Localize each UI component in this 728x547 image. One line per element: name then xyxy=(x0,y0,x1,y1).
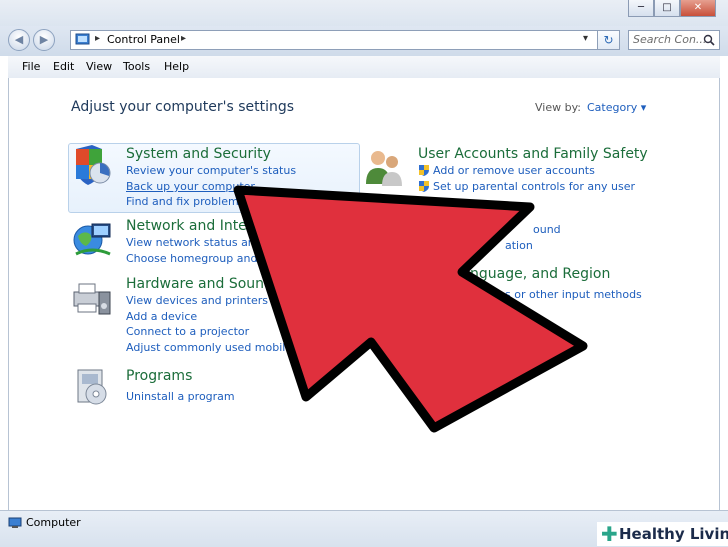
breadcrumb-control-panel[interactable]: Control Panel xyxy=(107,33,180,46)
programs-icon xyxy=(77,369,107,405)
category-user-accounts[interactable]: User Accounts and Family Safety xyxy=(418,146,648,162)
address-bar[interactable]: ▸ Control Panel ▸ ▾ xyxy=(70,30,598,50)
category-network-internet[interactable]: Network and Internet xyxy=(126,218,275,234)
menu-tools[interactable]: Tools xyxy=(123,60,150,73)
view-by-label: View by: xyxy=(535,101,581,114)
breadcrumb-separator: ▸ xyxy=(181,33,187,44)
menu-help[interactable]: Help xyxy=(164,60,189,73)
breadcrumb-separator: ▸ xyxy=(95,33,101,44)
minimize-button[interactable]: ─ xyxy=(628,0,654,17)
view-by-dropdown[interactable]: Category ▾ xyxy=(587,101,646,114)
watermark-text: Healthy Living xyxy=(619,525,728,543)
watermark-logo: ✚ Healthy Living xyxy=(597,522,728,546)
computer-icon xyxy=(8,517,22,528)
link-review-status[interactable]: Review your computer's status xyxy=(126,164,296,177)
category-system-security[interactable]: System and Security xyxy=(126,146,271,162)
link-find-fix[interactable]: Find and fix problems xyxy=(126,195,244,208)
link-devices-printers[interactable]: View devices and printers xyxy=(126,294,268,307)
link-personalization-partial[interactable]: ation xyxy=(505,239,533,252)
uac-shield-icon xyxy=(419,165,429,176)
link-backup[interactable]: Back up your computer xyxy=(126,180,255,193)
title-bar: ─ □ ✕ xyxy=(0,0,728,26)
refresh-button[interactable]: ↻ xyxy=(598,30,620,50)
control-panel-icon xyxy=(75,33,90,45)
link-homegroup[interactable]: Choose homegroup and sharing o xyxy=(126,252,312,265)
plus-icon: ✚ xyxy=(601,522,618,546)
menu-file[interactable]: File xyxy=(22,60,40,73)
link-add-remove-users[interactable]: Add or remove user accounts xyxy=(433,164,595,177)
link-network-status[interactable]: View network status and tasks xyxy=(126,236,294,249)
menu-bar: File Edit View Tools Help xyxy=(8,56,720,79)
link-uninstall[interactable]: Uninstall a program xyxy=(126,390,235,403)
link-mobility[interactable]: Adjust commonly used mobility settings xyxy=(126,341,347,354)
link-appearance-partial[interactable]: ound xyxy=(533,223,561,236)
link-visual-display-partial[interactable]: mize visu xyxy=(440,346,492,359)
address-dropdown-icon[interactable]: ▾ xyxy=(583,33,588,44)
status-label: Computer xyxy=(26,516,81,529)
printer-icon xyxy=(73,283,111,315)
maximize-button[interactable]: □ xyxy=(654,0,680,17)
link-add-device[interactable]: Add a device xyxy=(126,310,197,323)
users-icon xyxy=(366,151,402,186)
menu-view[interactable]: View xyxy=(86,60,112,73)
page-title: Adjust your computer's settings xyxy=(71,99,295,115)
search-icon[interactable] xyxy=(703,34,715,46)
close-button[interactable]: ✕ xyxy=(680,0,716,17)
network-globe-icon xyxy=(73,223,111,256)
uac-shield-icon xyxy=(419,181,429,192)
category-clock-language-region[interactable]: nguage, and Region xyxy=(470,266,610,282)
back-button[interactable]: ◀ xyxy=(8,29,30,51)
forward-button[interactable]: ▶ xyxy=(33,29,55,51)
search-placeholder: Search Con... xyxy=(633,33,707,46)
menu-edit[interactable]: Edit xyxy=(53,60,74,73)
link-parental-controls[interactable]: Set up parental controls for any user xyxy=(433,180,635,193)
category-hardware-sound[interactable]: Hardware and Sound xyxy=(126,276,273,292)
link-projector[interactable]: Connect to a projector xyxy=(126,325,249,338)
category-programs[interactable]: Programs xyxy=(126,368,192,384)
link-input-methods-partial[interactable]: s or other input methods xyxy=(505,288,642,301)
shield-icon xyxy=(76,145,111,185)
